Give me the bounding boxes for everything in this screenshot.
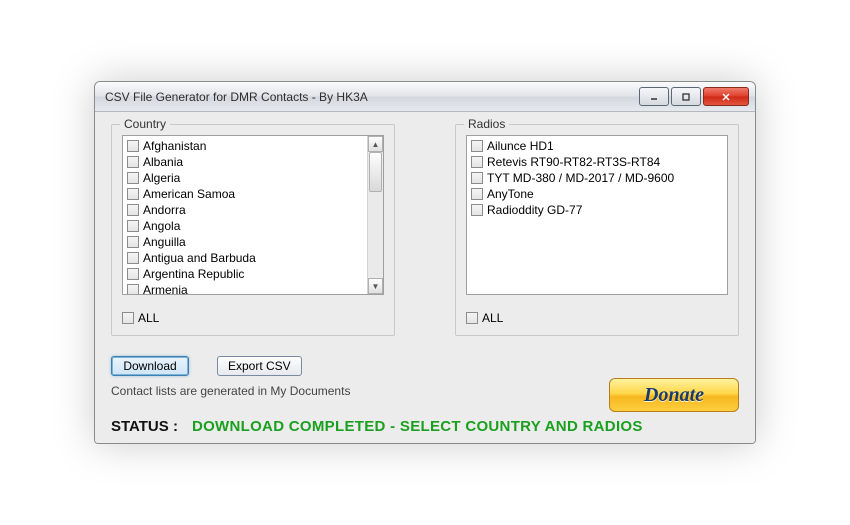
chevron-down-icon: ▼ [372, 282, 380, 291]
checkbox-icon[interactable] [127, 268, 139, 280]
country-item-label: American Samoa [143, 186, 235, 202]
minimize-button[interactable] [639, 87, 669, 106]
download-button[interactable]: Download [111, 356, 189, 376]
checkbox-icon[interactable] [127, 188, 139, 200]
checkbox-icon[interactable] [127, 284, 139, 294]
list-item[interactable]: American Samoa [125, 186, 365, 202]
list-item[interactable]: Angola [125, 218, 365, 234]
list-item[interactable]: Anguilla [125, 234, 365, 250]
checkbox-icon[interactable] [122, 312, 134, 324]
radios-item-label: AnyTone [487, 186, 534, 202]
list-item[interactable]: Andorra [125, 202, 365, 218]
country-item-label: Albania [143, 154, 183, 170]
minimize-icon [649, 92, 659, 102]
checkbox-icon[interactable] [466, 312, 478, 324]
radios-group: Radios Ailunce HD1 Retevis RT90-RT82-RT3… [455, 124, 739, 336]
country-item-label: Andorra [143, 202, 186, 218]
country-item-label: Argentina Republic [143, 266, 244, 282]
titlebar: CSV File Generator for DMR Contacts - By… [95, 82, 755, 112]
checkbox-icon[interactable] [127, 140, 139, 152]
radios-item-label: Radioddity GD-77 [487, 202, 582, 218]
scroll-track[interactable] [368, 152, 383, 278]
list-item[interactable]: Retevis RT90-RT82-RT3S-RT84 [469, 154, 725, 170]
list-item[interactable]: Antigua and Barbuda [125, 250, 365, 266]
checkbox-icon[interactable] [127, 204, 139, 216]
status-bar: STATUS : DOWNLOAD COMPLETED - SELECT COU… [111, 418, 739, 435]
list-item[interactable]: Afghanistan [125, 138, 365, 154]
country-group: Country Afghanistan Albania Algeria Amer… [111, 124, 395, 336]
status-label: STATUS : [111, 418, 178, 435]
radios-item-label: TYT MD-380 / MD-2017 / MD-9600 [487, 170, 674, 186]
donate-button[interactable]: Donate [609, 378, 739, 412]
list-item[interactable]: Argentina Republic [125, 266, 365, 282]
radios-item-label: Retevis RT90-RT82-RT3S-RT84 [487, 154, 660, 170]
maximize-icon [681, 92, 691, 102]
chevron-up-icon: ▲ [372, 140, 380, 149]
country-all-label: ALL [138, 311, 159, 325]
country-item-label: Anguilla [143, 234, 186, 250]
country-legend: Country [120, 117, 170, 131]
checkbox-icon[interactable] [127, 236, 139, 248]
scroll-up-button[interactable]: ▲ [368, 136, 383, 152]
country-scrollbar[interactable]: ▲ ▼ [367, 136, 383, 294]
country-listbox[interactable]: Afghanistan Albania Algeria American Sam… [122, 135, 384, 295]
scroll-down-button[interactable]: ▼ [368, 278, 383, 294]
country-item-label: Armenia [143, 282, 188, 294]
checkbox-icon[interactable] [471, 140, 483, 152]
country-item-label: Afghanistan [143, 138, 206, 154]
status-message: DOWNLOAD COMPLETED - SELECT COUNTRY AND … [192, 418, 643, 435]
close-button[interactable] [703, 87, 749, 106]
list-item[interactable]: Radioddity GD-77 [469, 202, 725, 218]
list-item[interactable]: Albania [125, 154, 365, 170]
radios-all-label: ALL [482, 311, 503, 325]
client-area: Country Afghanistan Albania Algeria Amer… [95, 112, 755, 443]
list-item[interactable]: Algeria [125, 170, 365, 186]
close-icon [721, 92, 731, 102]
radios-item-label: Ailunce HD1 [487, 138, 554, 154]
checkbox-icon[interactable] [471, 172, 483, 184]
radios-items: Ailunce HD1 Retevis RT90-RT82-RT3S-RT84 … [467, 136, 727, 294]
country-all-checkbox[interactable]: ALL [122, 311, 384, 325]
list-item[interactable]: Ailunce HD1 [469, 138, 725, 154]
country-item-label: Algeria [143, 170, 180, 186]
checkbox-icon[interactable] [471, 204, 483, 216]
country-item-label: Angola [143, 218, 180, 234]
list-item[interactable]: TYT MD-380 / MD-2017 / MD-9600 [469, 170, 725, 186]
checkbox-icon[interactable] [471, 188, 483, 200]
list-item[interactable]: AnyTone [469, 186, 725, 202]
country-items: Afghanistan Albania Algeria American Sam… [123, 136, 367, 294]
scroll-thumb[interactable] [369, 152, 382, 192]
checkbox-icon[interactable] [127, 156, 139, 168]
checkbox-icon[interactable] [471, 156, 483, 168]
radios-legend: Radios [464, 117, 509, 131]
radios-all-checkbox[interactable]: ALL [466, 311, 728, 325]
checkbox-icon[interactable] [127, 172, 139, 184]
maximize-button[interactable] [671, 87, 701, 106]
export-csv-button[interactable]: Export CSV [217, 356, 302, 376]
window-controls [639, 87, 749, 106]
radios-listbox[interactable]: Ailunce HD1 Retevis RT90-RT82-RT3S-RT84 … [466, 135, 728, 295]
checkbox-icon[interactable] [127, 252, 139, 264]
list-item[interactable]: Armenia [125, 282, 365, 294]
country-item-label: Antigua and Barbuda [143, 250, 256, 266]
buttons-row: Download Export CSV [111, 356, 739, 376]
window-title: CSV File Generator for DMR Contacts - By… [105, 90, 639, 104]
checkbox-icon[interactable] [127, 220, 139, 232]
app-window: CSV File Generator for DMR Contacts - By… [94, 81, 756, 444]
